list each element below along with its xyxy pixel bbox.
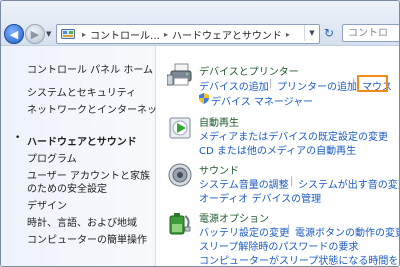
refresh-icon[interactable]: ↻ [321,24,337,42]
breadcrumb-separator: ▸ [164,29,169,39]
sidebar-item-system-security[interactable]: システムとセキュリティ [27,84,136,99]
mouse-link-highlight [357,75,388,92]
devices-printers-title[interactable]: デバイスとプリンター [199,63,299,78]
forward-arrow-icon: ▶ [30,27,40,41]
search-input[interactable]: コントロ [342,24,399,42]
sidebar-item-clock-language-region[interactable]: 時計、言語、および地域 [27,214,137,229]
power-options-title[interactable]: 電源オプション [199,210,269,225]
link-divider: | [352,78,356,89]
sidebar-item-network-internet[interactable]: ネットワークとインターネット [27,101,167,116]
address-dropdown-button[interactable]: ▼ [304,25,319,41]
manage-audio-devices-link[interactable]: オーディオ デバイスの管理 [199,190,321,205]
change-power-button-link[interactable]: 電源ボタンの動作の変更 [295,224,399,239]
breadcrumb-control-panel[interactable]: コントロール… [90,27,160,42]
adjust-volume-link[interactable]: システム音量の調整 [199,176,289,191]
uac-shield-icon [199,93,209,104]
sidebar: コントロール パネル ホーム システムとセキュリティ ネットワークとインターネッ… [1,46,167,266]
printer-icon[interactable] [166,62,193,88]
sidebar-item-user-accounts-line2[interactable]: のための安全設定 [27,180,107,195]
add-device-link[interactable]: デバイスの追加 [199,78,269,93]
address-bar[interactable]: ▸ コントロール… ▸ ハードウェアとサウンド ▸ [56,24,320,44]
change-system-sounds-link[interactable]: システムが出す音の変更 [298,176,399,191]
breadcrumb-hardware-sound[interactable]: ハードウェアとサウンド [172,27,282,42]
breadcrumb-separator: ▸ [285,29,290,39]
navigation-bar: ◀ ▶ ▼ ▸ コントロール… ▸ ハードウェアとサウンド ▸ ▼ ↻ コントロ [1,1,399,46]
sound-title[interactable]: サウンド [199,162,239,177]
power-options-icon[interactable] [167,210,193,236]
window-frame: ◀ ▶ ▼ ▸ コントロール… ▸ ハードウェアとサウンド ▸ ▼ ↻ コントロ [0,0,400,267]
cd-autoplay-link[interactable]: CD または他のメディアの自動再生 [199,142,356,157]
speaker-icon[interactable] [167,162,193,188]
autoplay-title[interactable]: 自動再生 [199,114,239,129]
autoplay-icon[interactable] [167,115,193,141]
current-item-bullet: • [15,133,21,143]
back-button[interactable]: ◀ [4,24,24,44]
sidebar-item-ease-of-access[interactable]: コンピューターの簡単操作 [27,231,147,246]
back-arrow-icon: ◀ [9,27,19,41]
breadcrumb-separator: ▸ [82,29,87,39]
change-battery-settings-link[interactable]: バッテリ設定の変更 [199,224,289,239]
sidebar-item-control-panel-home[interactable]: コントロール パネル ホーム [27,61,153,76]
link-divider: | [269,78,273,89]
forward-button[interactable]: ▶ [25,24,45,44]
change-media-defaults-link[interactable]: メディアまたはデバイスの既定設定の変更 [199,128,388,143]
change-sleep-time-link[interactable]: コンピューターがスリープ状態になる時間を変更 [199,252,399,266]
link-divider: | [290,176,294,187]
sidebar-item-hardware-sound: ハードウェアとサウンド [27,137,137,148]
device-manager-link[interactable]: デバイス マネージャー [211,93,313,108]
control-panel-icon [61,29,75,39]
add-printer-link[interactable]: プリンターの追加 [277,78,357,93]
require-password-on-wake-link[interactable]: スリープ解除時のパスワードの要求 [199,238,358,253]
sidebar-item-appearance[interactable]: デザイン [27,197,67,212]
sidebar-item-programs[interactable]: プログラム [27,150,77,165]
recent-pages-dropdown[interactable]: ▼ [46,30,51,38]
link-divider: | [287,224,291,235]
